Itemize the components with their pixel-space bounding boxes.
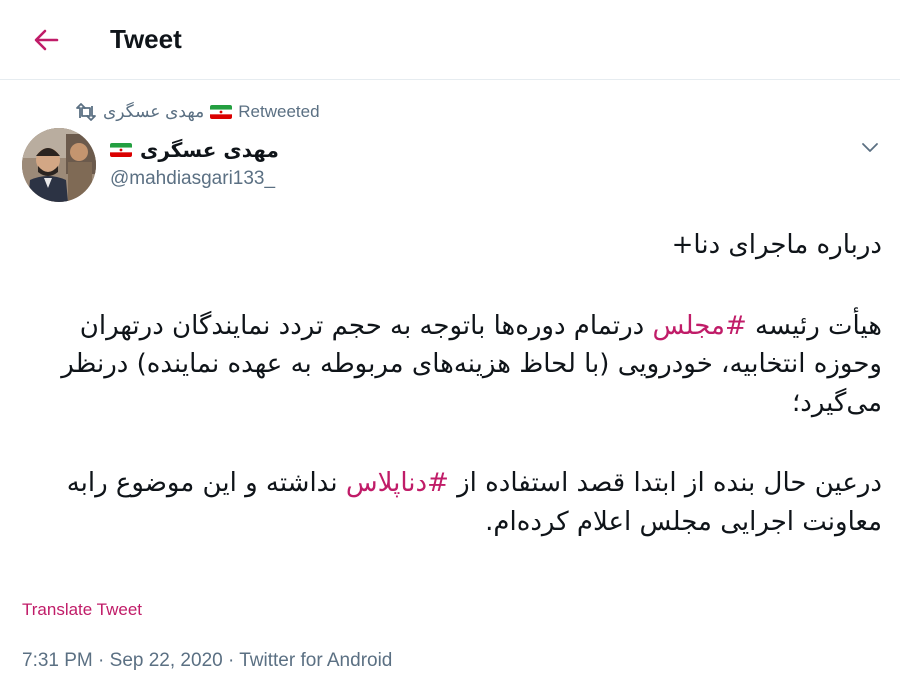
retweet-user[interactable]: مهدی عسگری (103, 102, 204, 122)
tweet-text-segment: هیأت رئیسه (746, 310, 882, 341)
hashtag-link[interactable]: #مجلس (652, 311, 746, 341)
tweet-line-1: درباره ماجرای دنا+ (671, 230, 882, 260)
arrow-left-icon (34, 29, 59, 51)
separator: · (92, 650, 110, 671)
tweet-source[interactable]: Twitter for Android (239, 650, 392, 671)
page-title: Tweet (110, 24, 182, 54)
hashtag-link[interactable]: #دناپلاس (346, 468, 449, 498)
author-name[interactable]: مهدی عسگری (140, 138, 279, 162)
author-name-row[interactable]: مهدی عسگری (110, 138, 279, 162)
more-options-button[interactable] (855, 133, 885, 163)
tweet-text: درباره ماجرای دنا+ هیأت رئیسه #مجلس درتم… (20, 226, 882, 541)
tweet-text-segment: درعین حال بنده از ابتدا قصد استفاده از (448, 468, 882, 498)
tweet-date[interactable]: Sep 22, 2020 (110, 650, 223, 671)
avatar[interactable] (22, 128, 96, 202)
author-handle[interactable]: @mahdiasgari133_ (110, 168, 275, 190)
iran-flag-icon (210, 105, 233, 119)
retweet-context[interactable]: مهدی عسگری Retweeted (75, 100, 320, 124)
chevron-down-icon (862, 143, 878, 152)
retweet-icon (76, 103, 96, 121)
tweet-header: Tweet (0, 0, 900, 80)
iran-flag-icon (110, 143, 132, 157)
retweet-label: Retweeted (238, 102, 320, 121)
tweet-paragraph-3: درعین حال بنده از ابتدا قصد استفاده از #… (20, 464, 882, 541)
tweet-metadata: 7:31 PM · Sep 22, 2020 · Twitter for And… (22, 650, 392, 672)
tweet-paragraph-2: هیأت رئیسه #مجلس درتمام دوره‌ها باتوجه ب… (20, 307, 882, 423)
back-button[interactable] (28, 22, 64, 58)
separator: · (222, 650, 240, 671)
translate-tweet-link[interactable]: Translate Tweet (22, 600, 142, 620)
tweet-time[interactable]: 7:31 PM (22, 650, 93, 671)
